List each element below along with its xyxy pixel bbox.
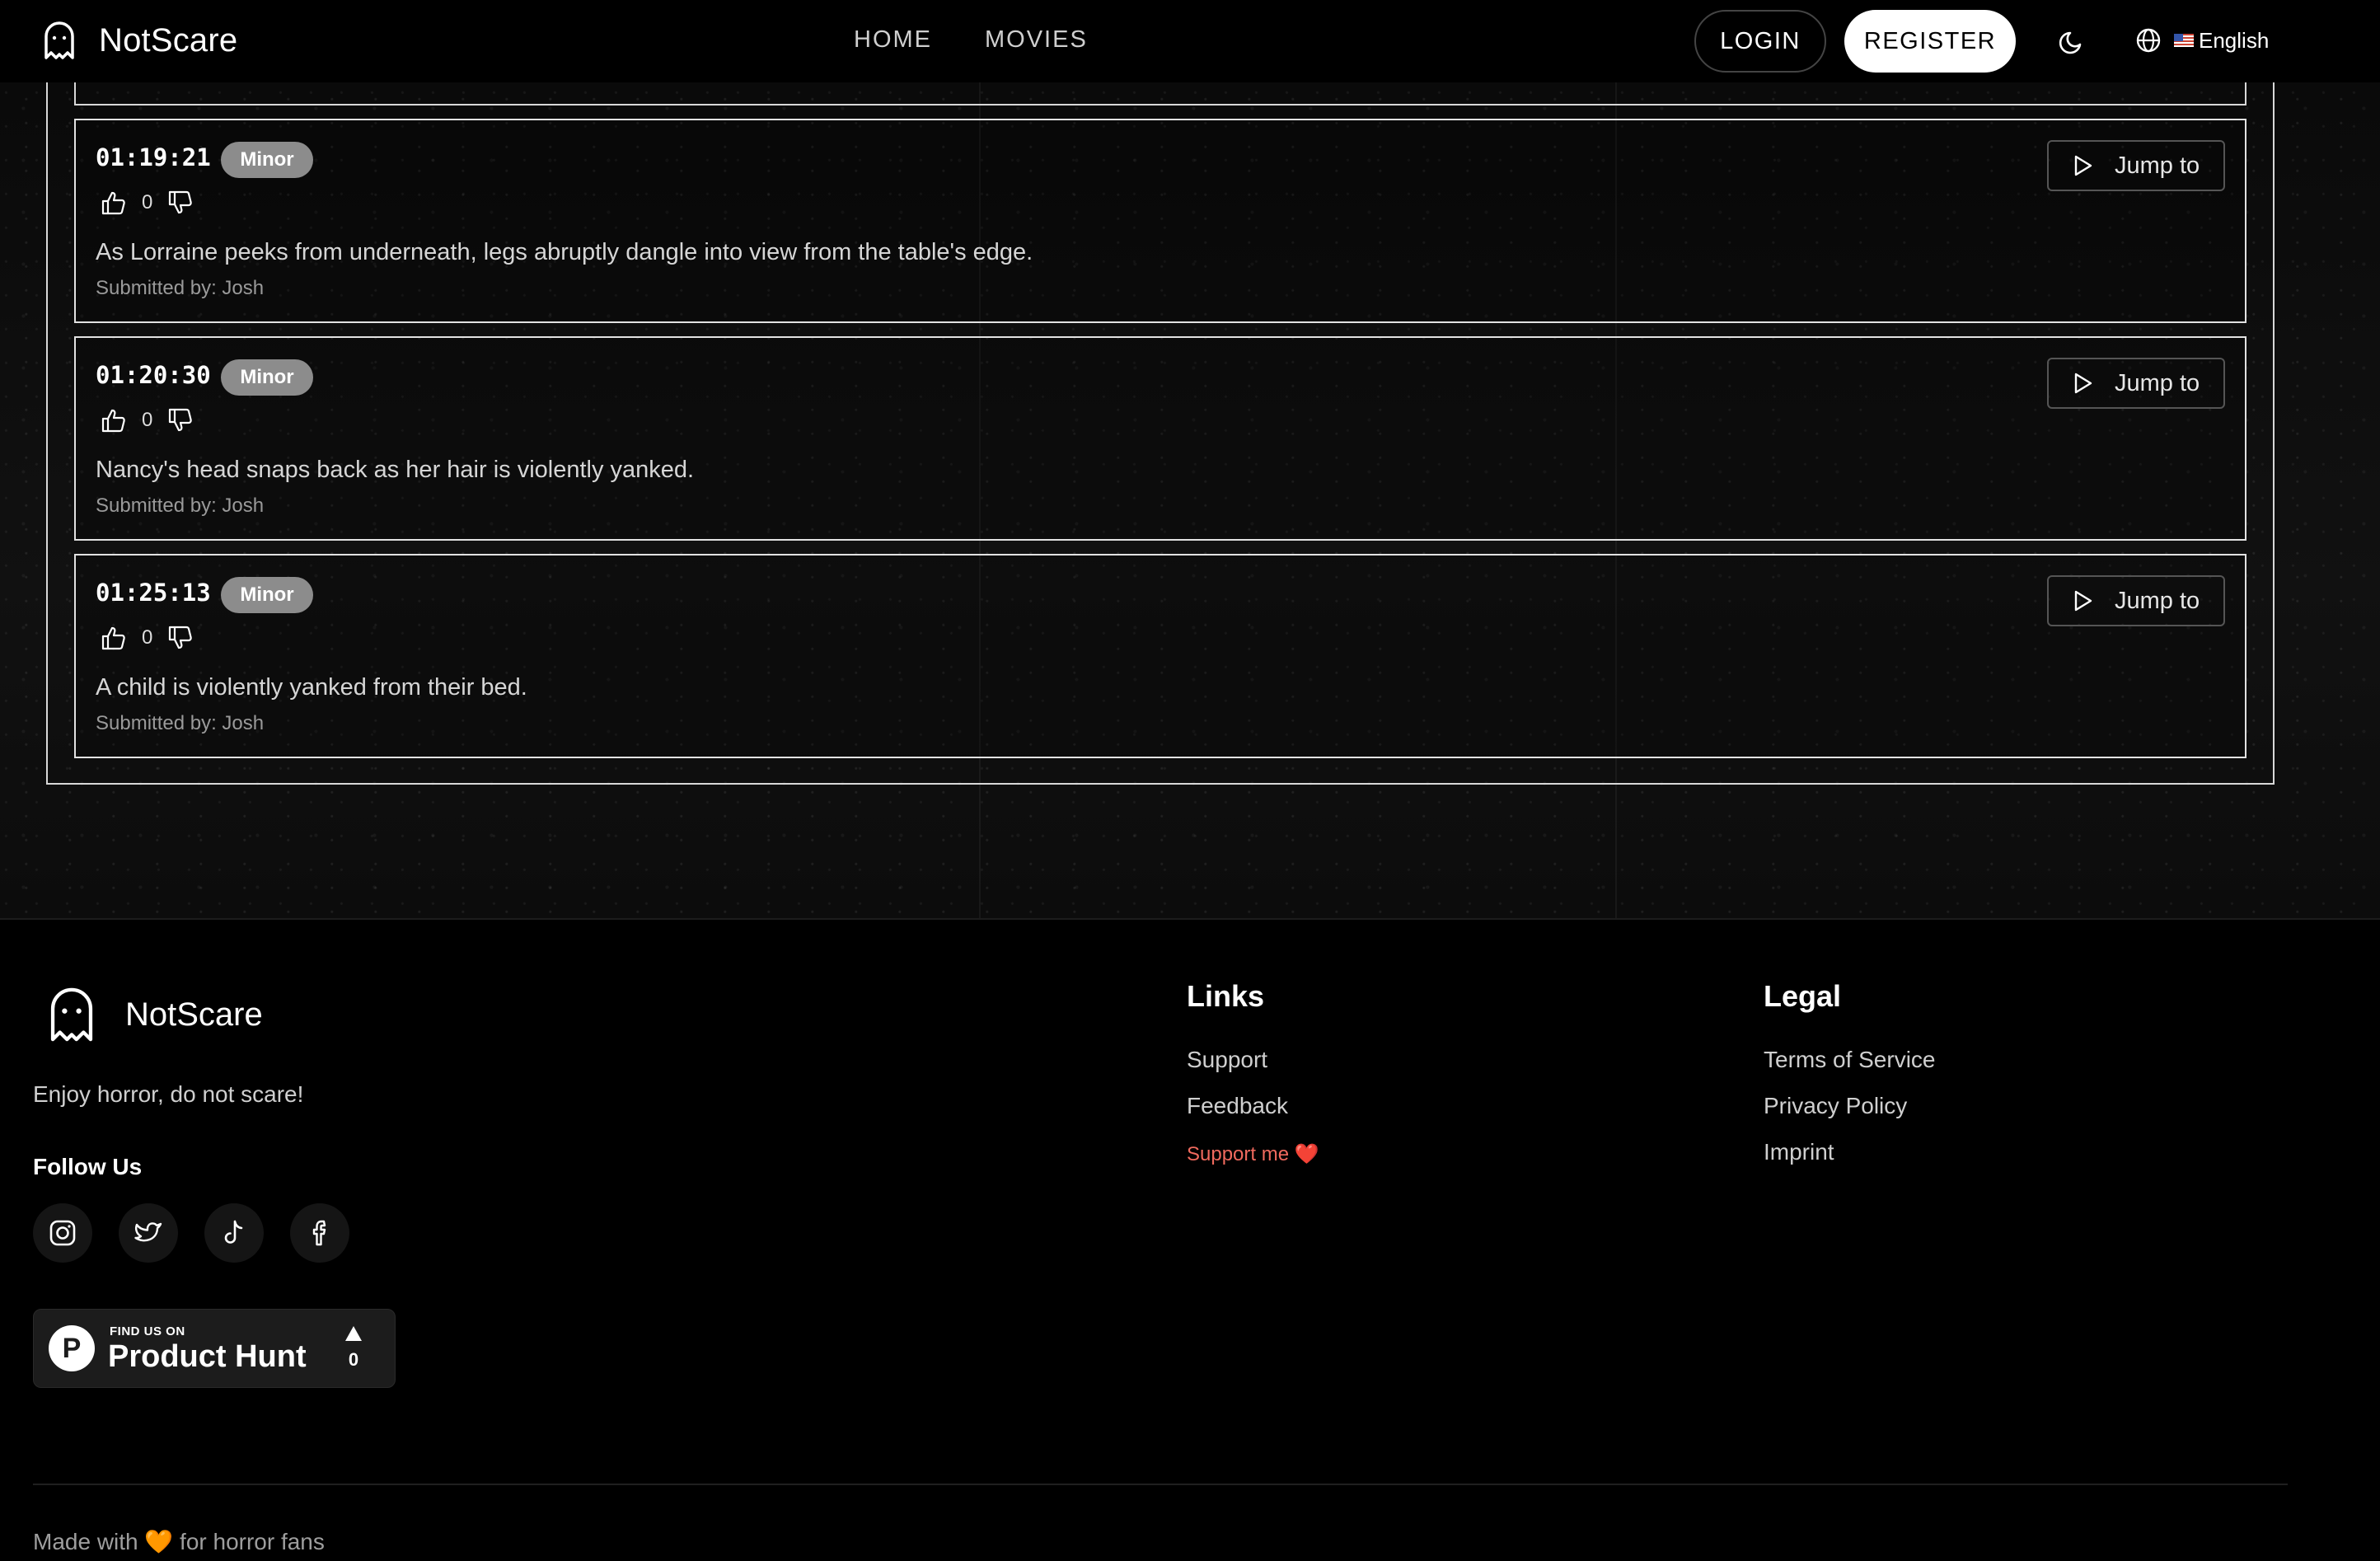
scene-description: Nancy's head snaps back as her hair is v… [96, 457, 695, 483]
footer-link-support-me[interactable]: Support me ❤️ [1187, 1142, 1319, 1166]
brand-logo-link[interactable]: NotScare [43, 21, 237, 59]
thumbs-down-icon[interactable] [167, 407, 194, 434]
language-label: English [2199, 27, 2270, 53]
vote-count: 0 [142, 191, 153, 213]
scene-timestamp: 01:25:13 [96, 579, 211, 607]
scene-submitter: Submitted by: Josh [96, 277, 265, 299]
previous-scene-card-edge [74, 82, 2246, 105]
footer-link-terms[interactable]: Terms of Service [1764, 1047, 1936, 1073]
jump-to-label: Jump to [2115, 587, 2200, 614]
made-with-text: Made with 🧡 for horror fans [33, 1529, 325, 1554]
footer-link-support[interactable]: Support [1187, 1047, 1267, 1073]
jump-to-label: Jump to [2115, 152, 2200, 179]
thumbs-up-icon[interactable] [101, 407, 127, 434]
twitter-link[interactable] [119, 1203, 178, 1263]
scene-submitter: Submitted by: Josh [96, 495, 265, 517]
thumbs-up-icon[interactable] [101, 625, 127, 651]
scene-card: 01:25:13 Minor 0 A child is violently ya… [74, 554, 2246, 758]
site-footer: NotScare Enjoy horror, do not scare! Fol… [0, 918, 2380, 1561]
thumbs-down-icon[interactable] [167, 625, 194, 651]
product-hunt-badge[interactable]: P FIND US ON Product Hunt 0 [33, 1309, 396, 1388]
scene-list-section: 01:19:21 Minor 0 As Lorraine peeks from … [0, 82, 2380, 918]
follow-us-heading: Follow Us [33, 1154, 143, 1179]
us-flag-icon [2174, 34, 2194, 47]
play-icon [2074, 590, 2092, 612]
jump-to-button[interactable]: Jump to [2047, 358, 2225, 409]
upvote-triangle-icon [345, 1326, 362, 1341]
thumbs-down-icon[interactable] [167, 190, 194, 216]
main-nav: HOME MOVIES [854, 26, 1088, 54]
ghost-icon [45, 21, 74, 59]
social-links [33, 1203, 349, 1263]
vote-count: 0 [142, 626, 153, 649]
top-navbar: NotScare HOME MOVIES LOGIN REGISTER Engl… [0, 0, 2380, 82]
footer-brand-name: NotScare [125, 996, 263, 1033]
footer-link-feedback[interactable]: Feedback [1187, 1093, 1288, 1119]
scene-card: 01:20:30 Minor 0 Nancy's head snaps back… [74, 336, 2246, 541]
severity-badge: Minor [221, 142, 313, 178]
login-button[interactable]: LOGIN [1694, 10, 1826, 73]
product-hunt-name: Product Hunt [108, 1339, 307, 1374]
instagram-icon [49, 1220, 76, 1246]
language-selector[interactable]: English [2134, 26, 2269, 54]
nav-link-home[interactable]: HOME [854, 26, 932, 54]
vote-controls: 0 [101, 190, 194, 216]
play-icon [2074, 373, 2092, 394]
facebook-icon [312, 1220, 326, 1246]
twitter-icon [134, 1222, 162, 1242]
product-hunt-logo: P [49, 1325, 95, 1371]
tiktok-icon [224, 1220, 243, 1244]
scene-description: A child is violently yanked from their b… [96, 674, 527, 701]
globe-icon [2136, 28, 2161, 53]
register-button[interactable]: REGISTER [1844, 10, 2016, 73]
footer-link-imprint[interactable]: Imprint [1764, 1139, 1834, 1165]
facebook-link[interactable] [290, 1203, 349, 1263]
instagram-link[interactable] [33, 1203, 92, 1263]
scene-card: 01:19:21 Minor 0 As Lorraine peeks from … [74, 119, 2246, 323]
play-icon [2074, 155, 2092, 176]
moon-icon[interactable] [2057, 26, 2087, 56]
scene-submitter: Submitted by: Josh [96, 712, 265, 734]
jump-to-label: Jump to [2115, 369, 2200, 396]
footer-divider [33, 1484, 2288, 1485]
scene-timestamp: 01:20:30 [96, 361, 211, 389]
ghost-icon [50, 987, 93, 1042]
product-hunt-upvotes: 0 [348, 1349, 359, 1370]
product-hunt-find-us: FIND US ON [110, 1324, 185, 1338]
vote-controls: 0 [101, 407, 194, 434]
severity-badge: Minor [221, 359, 313, 396]
thumbs-up-icon[interactable] [101, 190, 127, 216]
severity-badge: Minor [221, 577, 313, 613]
footer-brand[interactable]: NotScare [48, 987, 263, 1042]
brand-name: NotScare [99, 21, 238, 59]
jump-to-button[interactable]: Jump to [2047, 575, 2225, 626]
legal-heading: Legal [1764, 979, 1842, 1013]
vote-controls: 0 [101, 625, 194, 651]
tiktok-link[interactable] [204, 1203, 264, 1263]
vote-count: 0 [142, 409, 153, 431]
scene-description: As Lorraine peeks from underneath, legs … [96, 239, 1033, 265]
links-heading: Links [1187, 979, 1265, 1013]
footer-link-privacy[interactable]: Privacy Policy [1764, 1093, 1907, 1119]
scene-timestamp: 01:19:21 [96, 143, 211, 171]
jump-to-button[interactable]: Jump to [2047, 140, 2225, 191]
footer-tagline: Enjoy horror, do not scare! [33, 1081, 304, 1107]
nav-link-movies[interactable]: MOVIES [985, 26, 1088, 54]
